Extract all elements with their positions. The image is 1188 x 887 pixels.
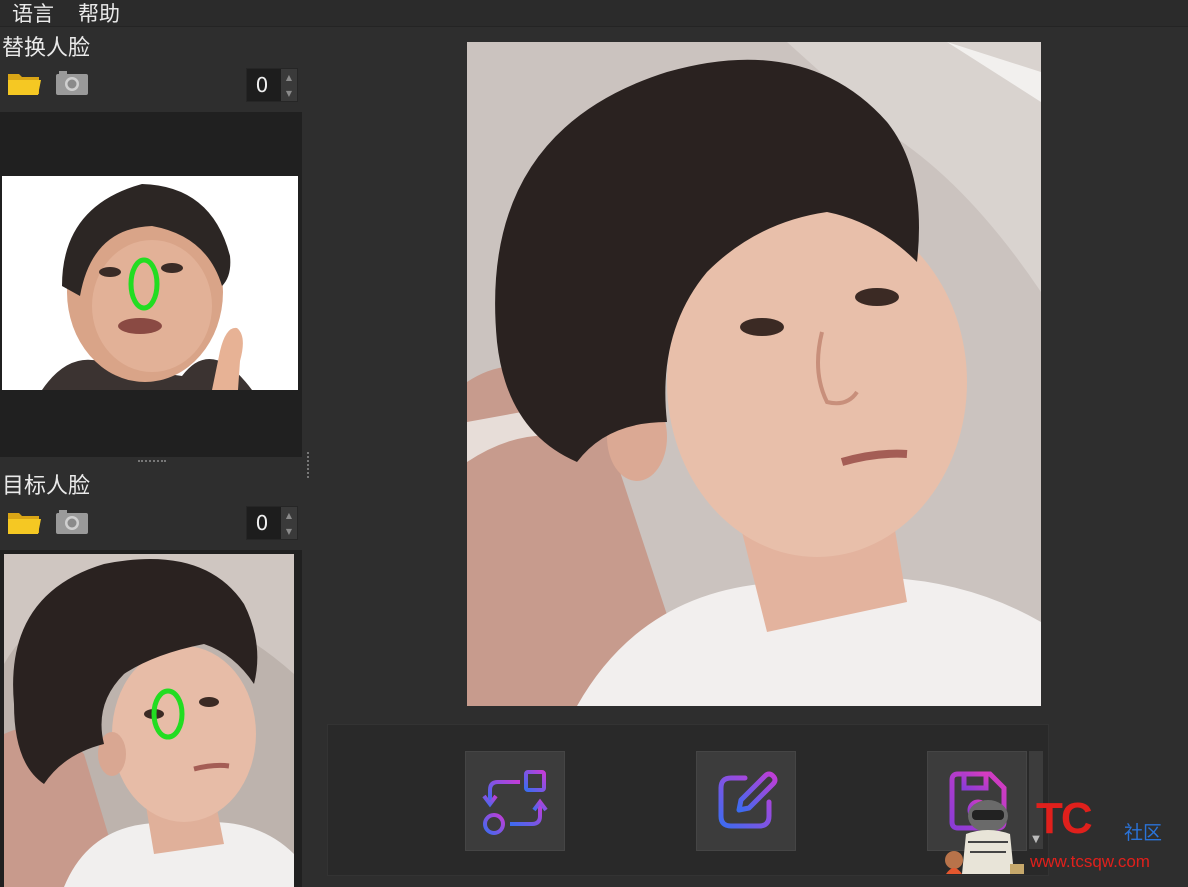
swap-face-label: 替换人脸	[2, 36, 91, 61]
open-folder-button[interactable]	[4, 67, 44, 99]
spin-up-icon[interactable]: ▲	[281, 69, 297, 85]
swap-faces-button[interactable]	[465, 751, 565, 851]
swap-face-preview-panel	[0, 112, 302, 457]
camera-button[interactable]	[52, 67, 92, 99]
camera-icon	[56, 510, 88, 534]
swap-face-image[interactable]	[2, 176, 298, 390]
spin-up-icon[interactable]: ▲	[281, 507, 297, 523]
open-folder-button[interactable]	[4, 506, 44, 538]
side-splitter-handle[interactable]	[307, 452, 311, 478]
menu-help[interactable]: 帮助	[64, 2, 130, 26]
spinbox-value: 0	[255, 511, 269, 535]
edit-icon	[718, 771, 778, 829]
menu-language[interactable]: 语言	[0, 2, 64, 26]
target-face-label: 目标人脸	[2, 474, 91, 499]
folder-icon	[8, 513, 41, 534]
target-face-index-spinbox[interactable]: 0 ▲ ▼	[246, 506, 298, 540]
swap-icon	[482, 770, 548, 835]
spinbox-arrows[interactable]: ▲ ▼	[281, 69, 297, 101]
mascot-logo	[945, 800, 1024, 874]
swap-face-toolbar	[4, 66, 100, 100]
camera-button[interactable]	[52, 506, 92, 538]
spinbox-value: 0	[255, 73, 269, 97]
result-preview-image[interactable]	[467, 42, 1041, 706]
watermark-cn: 社区	[1124, 822, 1163, 844]
folder-icon	[8, 74, 41, 95]
watermark: TC 社区 www.tcsqw.com	[940, 790, 1180, 880]
swap-face-index-spinbox[interactable]: 0 ▲ ▼	[246, 68, 298, 102]
panel-splitter-handle[interactable]	[138, 460, 166, 466]
watermark-url: www.tcsqw.com	[1030, 852, 1150, 871]
menu-bar: 语言 帮助	[0, 0, 1188, 27]
target-face-image[interactable]	[4, 554, 294, 887]
target-face-preview-panel	[0, 550, 302, 887]
watermark-brand: TC	[1036, 794, 1093, 843]
target-face-toolbar	[4, 505, 100, 539]
spin-down-icon[interactable]: ▼	[281, 85, 297, 101]
spin-down-icon[interactable]: ▼	[281, 523, 297, 539]
spinbox-arrows[interactable]: ▲ ▼	[281, 507, 297, 539]
edit-button[interactable]	[696, 751, 796, 851]
camera-icon	[56, 71, 88, 95]
